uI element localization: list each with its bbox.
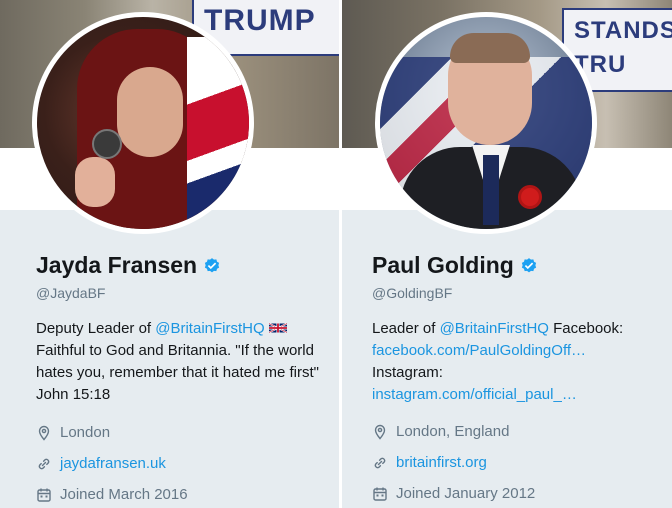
avatar-microphone <box>92 129 122 159</box>
username[interactable]: @JaydaBF <box>36 285 331 301</box>
name-row: Jayda Fransen <box>36 252 331 279</box>
avatar-face <box>117 67 183 157</box>
bio-prefix: Deputy Leader of <box>36 320 156 337</box>
avatar-tie <box>483 155 499 225</box>
website-link[interactable]: jaydafransen.uk <box>60 455 166 472</box>
calendar-icon <box>373 487 387 501</box>
location-row: London <box>36 422 331 443</box>
bio-text: Facebook: <box>548 320 624 337</box>
profile-info: Paul Golding @GoldingBF Leader of @Brita… <box>372 252 664 504</box>
link-icon <box>38 458 50 469</box>
name-row: Paul Golding <box>372 252 664 279</box>
link-icon <box>374 457 386 468</box>
profile-card-paul: STANDS TRU Paul Golding @GoldingBF Leade… <box>342 0 672 508</box>
bio: Deputy Leader of @BritainFirstHQ Faithfu… <box>36 318 328 406</box>
bio: Leader of @BritainFirstHQ Facebook: face… <box>372 318 664 406</box>
bio-mention-link[interactable]: @BritainFirstHQ <box>155 320 264 337</box>
avatar[interactable] <box>32 12 254 234</box>
display-name[interactable]: Paul Golding <box>372 252 514 279</box>
avatar-poppy <box>518 185 542 209</box>
profile-comparison: TRUMP Jayda Fransen @JaydaBF Deputy Lead… <box>0 0 672 508</box>
banner-sign-line-1: STANDS <box>574 17 672 44</box>
location-pin-icon <box>374 424 386 440</box>
bio-facebook-link[interactable]: facebook.com/PaulGoldingOff… <box>372 342 586 359</box>
joined-row: Joined March 2016 <box>36 484 331 505</box>
avatar-hair <box>450 33 530 63</box>
website-row: jaydafransen.uk <box>36 453 331 474</box>
joined-row: Joined January 2012 <box>372 483 664 504</box>
username[interactable]: @GoldingBF <box>372 285 664 301</box>
website-link[interactable]: britainfirst.org <box>396 454 487 471</box>
location-row: London, England <box>372 421 664 442</box>
avatar-flag <box>187 37 249 229</box>
verified-badge-icon <box>204 257 220 272</box>
bio-prefix: Leader of <box>372 320 440 337</box>
location-text: London, England <box>396 423 510 440</box>
uk-flag-icon <box>268 322 287 334</box>
joined-text: Joined March 2016 <box>60 486 188 503</box>
joined-text: Joined January 2012 <box>396 485 536 502</box>
bio-mention-link[interactable]: @BritainFirstHQ <box>440 320 549 337</box>
avatar-hand <box>75 157 115 207</box>
calendar-icon <box>37 488 51 502</box>
location-pin-icon <box>38 425 50 441</box>
display-name[interactable]: Jayda Fransen <box>36 252 197 279</box>
avatar[interactable] <box>375 12 597 234</box>
bio-instagram-link[interactable]: instagram.com/official_paul_… <box>372 386 577 403</box>
bio-text: Faithful to God and Britannia. "If the w… <box>36 342 319 403</box>
verified-badge-icon <box>521 257 536 272</box>
profile-card-jayda: TRUMP Jayda Fransen @JaydaBF Deputy Lead… <box>0 0 339 508</box>
bio-text-instagram: Instagram: <box>372 364 443 381</box>
profile-info: Jayda Fransen @JaydaBF Deputy Leader of … <box>36 252 331 505</box>
location-text: London <box>60 424 111 441</box>
website-row: britainfirst.org <box>372 452 664 473</box>
